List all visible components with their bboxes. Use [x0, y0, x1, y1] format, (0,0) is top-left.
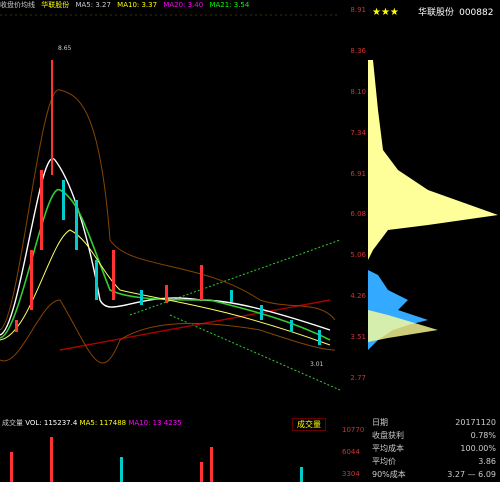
- price-tick: 8.36: [350, 47, 366, 55]
- volume-tab[interactable]: 成交量: [292, 418, 326, 431]
- chart-svg: [0, 14, 341, 391]
- price-tick: 8.91: [350, 6, 366, 14]
- profile-yellow: [368, 60, 498, 260]
- rating-stars: ★★★: [372, 7, 399, 18]
- candles: [15, 170, 321, 345]
- lower-trend-line: [169, 314, 341, 391]
- profile-svg: [368, 60, 498, 350]
- stock-name-short: 华联股份: [41, 1, 70, 9]
- high-price-label: 8.65: [58, 45, 72, 52]
- vol-tick: 10770: [342, 426, 365, 434]
- price-tick: 7.34: [350, 129, 366, 137]
- price-tick: 2.77: [350, 374, 366, 382]
- info-row: 90%成本 3.27 — 6.09: [372, 470, 496, 479]
- price-axis: 8.91 8.36 8.10 7.34 6.91 6.08 5.06 4.26 …: [340, 0, 368, 418]
- ma20-label: MA20: 3.40: [163, 1, 204, 9]
- volume-label: 成交量: [2, 419, 23, 427]
- vol-value: VOL: 115237.4: [25, 419, 78, 427]
- indicator-bar: 收盘价均线 华联股份 MA5: 3.27 MA10: 3.37 MA20: 3.…: [0, 0, 340, 14]
- low-price-label: 3.01: [310, 361, 324, 368]
- info-row: 日期 20171120: [372, 418, 496, 427]
- stock-code: 000882: [459, 8, 494, 18]
- vol-ma5: MA5: 117488: [79, 419, 127, 427]
- price-tick: 6.08: [350, 210, 366, 218]
- info-row: 收盘获利 0.78%: [372, 431, 496, 440]
- chart-mode-label[interactable]: 收盘价均线: [0, 1, 35, 9]
- vol-tick: 3304: [342, 470, 360, 478]
- price-tick: 5.06: [350, 251, 366, 259]
- candlestick-chart[interactable]: 收盘价均线 华联股份 MA5: 3.27 MA10: 3.37 MA20: 3.…: [0, 0, 341, 418]
- info-row: 平均成本 100.00%: [372, 444, 496, 453]
- volume-bars: [10, 437, 303, 482]
- price-tick: 6.91: [350, 170, 366, 178]
- chip-distribution: [368, 20, 500, 415]
- stock-name: 华联股份: [418, 8, 455, 18]
- vol-tick: 6044: [342, 448, 360, 456]
- price-tick: 4.26: [350, 292, 366, 300]
- ma21-label: MA21: 3.54: [209, 1, 250, 9]
- price-tick: 3.51: [350, 333, 366, 341]
- band-lower: [0, 299, 336, 364]
- chip-info-panel: 日期 20171120 收盘获利 0.78% 平均成本 100.00% 平均价 3.86…: [368, 416, 500, 482]
- ma10-label: MA10: 3.37: [117, 1, 158, 9]
- stock-header: ★★★ 华联股份 000882: [368, 0, 500, 20]
- info-row: 平均价 3.86: [372, 457, 496, 466]
- ma5-label: MA5: 3.27: [75, 1, 111, 9]
- ma-long-line: [59, 299, 331, 351]
- price-tick: 8.10: [350, 88, 366, 96]
- volume-pane[interactable]: 成交量 VOL: 115237.4 MA5: 117488 MA10: 13 4…: [0, 418, 368, 482]
- vol-ma10: MA10: 13 4235: [128, 419, 182, 427]
